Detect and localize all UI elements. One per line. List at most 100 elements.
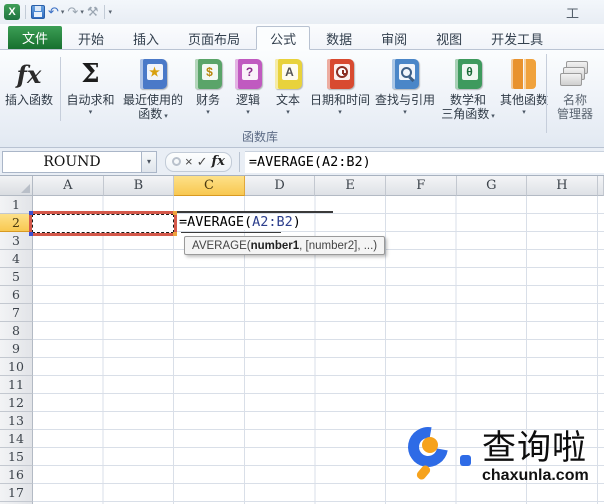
column-header-d[interactable]: D (244, 176, 316, 196)
excel-logo-icon[interactable]: X (4, 4, 20, 20)
text-button[interactable]: A 文本 ▾ (268, 53, 308, 131)
chaxunla-logo-icon (400, 419, 480, 497)
tab-insert[interactable]: 插入 (120, 27, 172, 49)
excel-window: X ↶ ▾ ↷ ▾ ⚒ ▾ 工 文件 开始 插入 页面布局 公式 数据 审阅 视… (0, 0, 604, 504)
range-handle-icon[interactable] (29, 232, 33, 236)
ribbon-tab-bar: 文件 开始 插入 页面布局 公式 数据 审阅 视图 开发工具 (0, 24, 604, 50)
column-header-partial (597, 176, 604, 196)
titlebar: X ↶ ▾ ↷ ▾ ⚒ ▾ 工 (0, 0, 604, 24)
recent-functions-book-icon: ★ (139, 59, 167, 89)
divider (103, 5, 105, 19)
insert-function-button[interactable]: fx 插入函数 (0, 53, 58, 131)
row-header-14[interactable]: 14 (0, 430, 33, 448)
tab-formulas[interactable]: 公式 (256, 26, 311, 50)
window-title-partial: 工 (566, 6, 580, 21)
collapse-dot-icon[interactable] (172, 157, 181, 166)
chevron-down-icon: ▾ (338, 109, 342, 116)
name-box-dropdown-icon[interactable]: ▾ (142, 150, 157, 173)
date-time-button[interactable]: 日期和时间 ▾ (308, 53, 372, 131)
column-header-e[interactable]: E (315, 176, 386, 196)
function-library-group: fx 插入函数 Σ 自动求和 ▾ ★ 最近使用的 函数 ▾ $ 财务 ▾ ? 逻… (0, 53, 550, 131)
lookup-book-icon (391, 59, 419, 89)
row-header-5[interactable]: 5 (0, 268, 33, 286)
row-header-16[interactable]: 16 (0, 466, 33, 484)
magnifier-lens-icon (422, 437, 438, 453)
row-header-15[interactable]: 15 (0, 448, 33, 466)
financial-button[interactable]: $ 财务 ▾ (188, 53, 228, 131)
row-header-11[interactable]: 11 (0, 376, 33, 394)
row-header-17[interactable]: 17 (0, 484, 33, 502)
cancel-icon[interactable]: × (185, 154, 193, 170)
financial-book-icon: $ (194, 59, 222, 89)
chevron-down-icon: ▾ (403, 109, 407, 116)
tab-page-layout[interactable]: 页面布局 (175, 27, 253, 49)
name-manager-button[interactable]: 名称 管理器 (550, 53, 600, 121)
math-trig-button[interactable]: θ 数学和 三角函数 ▾ (438, 53, 498, 131)
text-book-icon: A (274, 59, 302, 89)
recently-used-button[interactable]: ★ 最近使用的 函数 ▾ (118, 53, 188, 131)
tools-icon[interactable]: ⚒ (87, 5, 99, 19)
row-header-6[interactable]: 6 (0, 286, 33, 304)
tab-file[interactable]: 文件 (8, 26, 63, 49)
range-handle-icon[interactable] (29, 211, 33, 215)
range-handle-icon[interactable] (173, 232, 177, 236)
redo-dropdown-icon[interactable]: ▾ (80, 8, 84, 16)
date-time-book-icon (326, 59, 354, 89)
logical-book-icon: ? (234, 59, 262, 89)
row-header-8[interactable]: 8 (0, 322, 33, 340)
group-label-function-library: 函数库 (241, 130, 278, 144)
row-header-12[interactable]: 12 (0, 394, 33, 412)
divider (60, 57, 61, 121)
chevron-down-icon: ▾ (522, 109, 526, 116)
autosum-button[interactable]: Σ 自动求和 ▾ (63, 53, 118, 131)
row-header-7[interactable]: 7 (0, 304, 33, 322)
group-divider (546, 54, 547, 133)
formula-underline (181, 232, 281, 233)
tab-data[interactable]: 数据 (313, 27, 365, 49)
more-functions-button[interactable]: 其他函数 ▾ (498, 53, 550, 131)
row-headers: 1 2 3 4 5 6 7 8 9 10 11 12 13 14 15 16 1… (0, 196, 33, 504)
save-icon[interactable] (31, 5, 45, 19)
enter-icon[interactable]: ✓ (197, 154, 208, 170)
customize-qat-icon[interactable]: ▾ (109, 8, 113, 16)
magnifier-icon (401, 66, 412, 78)
row-header-10[interactable]: 10 (0, 358, 33, 376)
column-header-f[interactable]: F (385, 176, 457, 196)
watermark-title: 查询啦 (482, 428, 587, 468)
divider (238, 151, 240, 172)
tab-home[interactable]: 开始 (65, 27, 117, 49)
column-header-a[interactable]: A (33, 176, 104, 196)
function-tooltip: AVERAGE(number1, [number2], ...) (184, 236, 386, 255)
lookup-reference-button[interactable]: 查找与引用 ▾ (372, 53, 438, 131)
row-header-9[interactable]: 9 (0, 340, 33, 358)
tab-review[interactable]: 审阅 (368, 27, 420, 49)
chevron-down-icon: ▾ (491, 113, 495, 120)
column-headers: A B C D E F G H (0, 176, 604, 196)
column-header-g[interactable]: G (456, 176, 528, 196)
worksheet-grid[interactable]: A B C D E F G H 1 2 3 4 5 6 7 8 9 10 11 … (0, 176, 604, 504)
tab-developer[interactable]: 开发工具 (478, 27, 556, 49)
chevron-down-icon: ▾ (164, 113, 168, 120)
row-header-4[interactable]: 4 (0, 250, 33, 268)
divider (25, 5, 26, 19)
tab-view[interactable]: 视图 (423, 27, 475, 49)
chevron-down-icon: ▾ (286, 109, 290, 116)
select-all-corner[interactable] (0, 176, 33, 196)
column-header-c[interactable]: C (174, 176, 245, 196)
formula-input[interactable]: =AVERAGE(A2:B2) (244, 150, 604, 173)
sigma-icon: Σ (81, 59, 100, 89)
active-cell-top-border (177, 211, 333, 213)
row-header-13[interactable]: 13 (0, 412, 33, 430)
name-box[interactable]: ROUND (2, 150, 142, 173)
logical-button[interactable]: ? 逻辑 ▾ (228, 53, 268, 131)
undo-icon[interactable]: ↶ (48, 5, 59, 19)
watermark-domain: chaxunla.com (482, 467, 589, 484)
cell-c2-formula-edit[interactable]: =AVERAGE(A2:B2) (179, 214, 301, 230)
column-header-h[interactable]: H (527, 176, 598, 196)
formula-bar: ROUND ▾ × ✓ fx =AVERAGE(A2:B2) (0, 148, 604, 176)
range-selection-a2-b2[interactable] (29, 211, 177, 236)
undo-dropdown-icon[interactable]: ▾ (61, 8, 65, 16)
redo-icon[interactable]: ↷ (67, 5, 78, 19)
column-header-b[interactable]: B (103, 176, 175, 196)
insert-function-icon[interactable]: fx (212, 154, 225, 170)
